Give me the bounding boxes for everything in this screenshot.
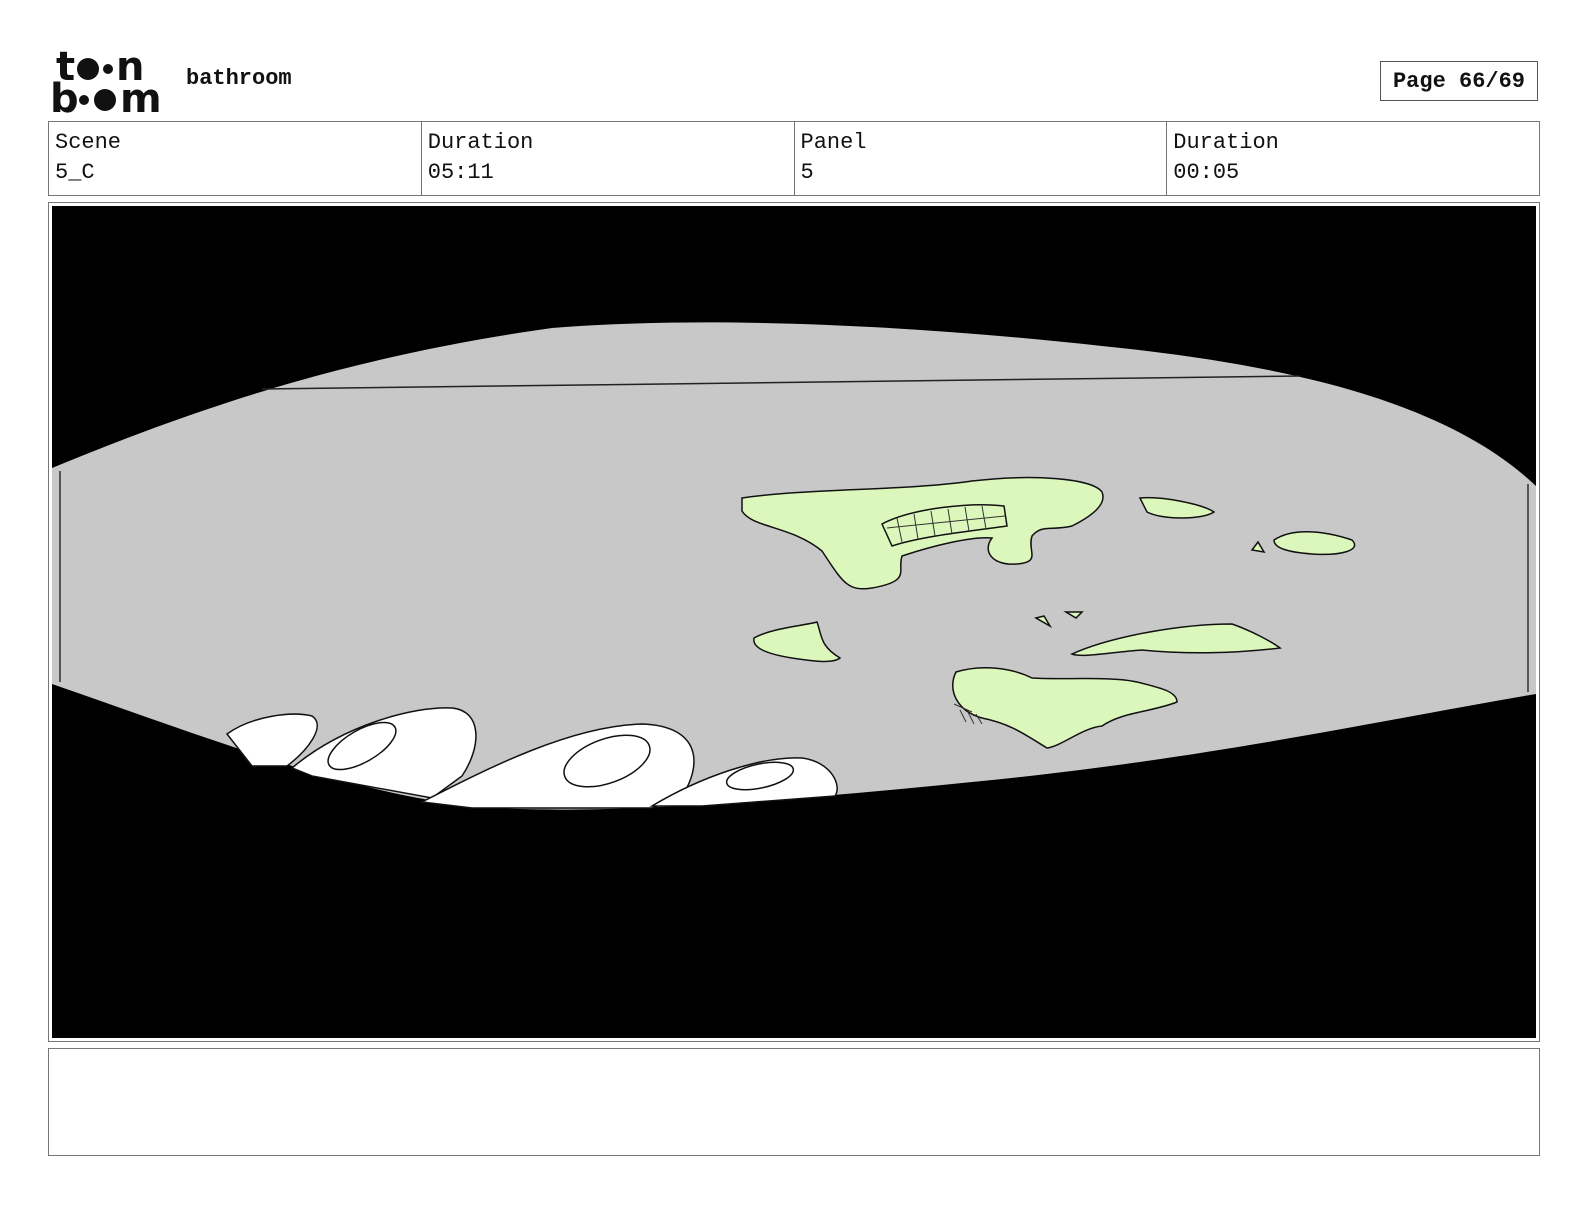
panel-duration-cell: Duration 00:05 — [1167, 122, 1539, 195]
scene-duration-value: 05:11 — [427, 160, 494, 185]
toonboom-logo: t n b m — [50, 50, 166, 114]
panel-duration-value: 00:05 — [1173, 160, 1240, 185]
scene-duration-label: Duration — [427, 130, 534, 155]
panel-value: 5 — [800, 160, 814, 185]
scene-cell: Scene 5_C — [49, 122, 422, 195]
panel-cell: Panel 5 — [795, 122, 1168, 195]
scene-label: Scene — [55, 130, 122, 155]
storyboard-title: bathroom — [186, 66, 292, 91]
panel-drawing — [52, 206, 1536, 1038]
scene-value: 5_C — [55, 160, 95, 185]
svg-text:b: b — [50, 76, 79, 114]
scene-duration-cell: Duration 05:11 — [422, 122, 795, 195]
panel-duration-label: Duration — [1173, 130, 1279, 155]
storyboard-panel — [48, 202, 1540, 1042]
svg-text:m: m — [120, 76, 162, 114]
scene-info-table: Scene 5_C Duration 05:11 Panel 5 Duratio… — [48, 121, 1540, 196]
notes-box — [48, 1048, 1540, 1156]
panel-label: Panel — [800, 130, 867, 155]
page-number: Page 66/69 — [1380, 61, 1538, 101]
